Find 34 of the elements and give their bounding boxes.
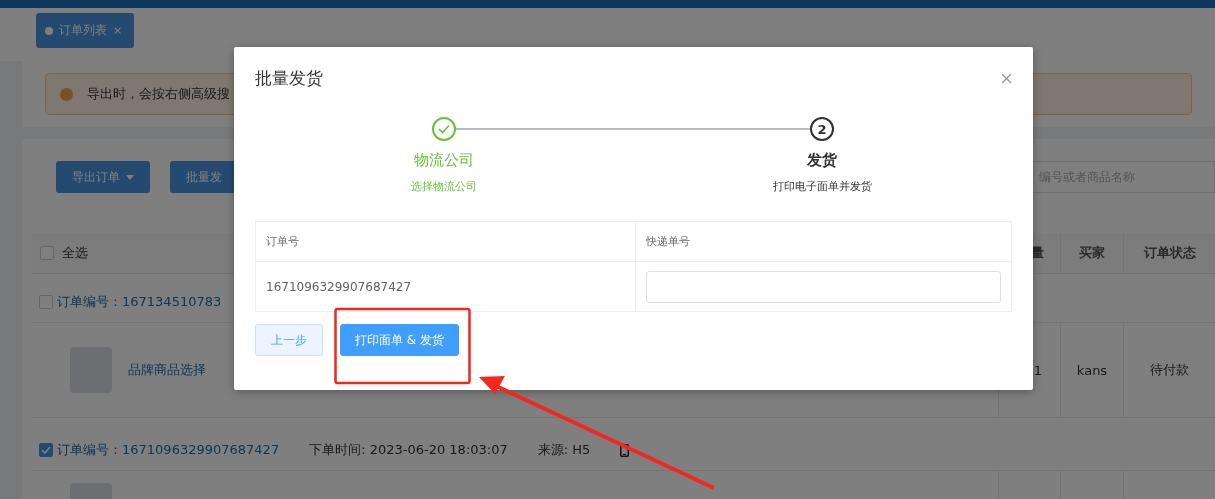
checkbox[interactable] <box>39 443 53 457</box>
step-description: 打印电子面单并发货 <box>772 179 872 194</box>
print-ship-button[interactable]: 打印面单 & 发货 <box>340 324 459 356</box>
status-cell: 待付款 <box>1123 323 1215 417</box>
order-number-cell-text: 1671096329907687427 <box>265 278 413 296</box>
select-all-label: 全选 <box>62 244 88 262</box>
column-header: 订单号 <box>265 234 300 250</box>
step-description: 选择物流公司 <box>411 179 477 194</box>
tab[interactable]: 订单列表 × <box>36 13 135 48</box>
phone-icon <box>620 443 630 457</box>
checkbox[interactable] <box>40 246 54 260</box>
order-source: 来源: H5 <box>537 441 591 459</box>
step-title: 发货 <box>807 151 837 170</box>
order-number: 订单编号：1671096329907687427 <box>57 441 280 459</box>
column-header: 快递单号 <box>635 222 1011 261</box>
order-number: 订单编号：167134510783 <box>57 293 222 311</box>
order-time: 下单时间: 2023-06-20 18:03:07 <box>309 441 508 459</box>
tracking-number-input[interactable] <box>646 270 1001 303</box>
step-number: 2 <box>810 117 834 141</box>
column-header: 买家 <box>1060 233 1123 273</box>
buyer-cell: kans <box>1060 323 1123 417</box>
step-title: 物流公司 <box>414 151 474 170</box>
dot-icon <box>45 26 53 35</box>
back-button[interactable]: 上一步 <box>255 324 323 356</box>
column-header: 订单状态 <box>1123 233 1215 273</box>
alert-text: 导出时，会按右侧高级搜 <box>87 85 230 103</box>
close-icon[interactable] <box>1001 72 1012 84</box>
checkbox[interactable] <box>39 295 53 309</box>
caret-icon <box>126 174 134 180</box>
dialog-title: 批量发货 <box>255 66 323 90</box>
close-icon[interactable]: × <box>113 24 123 37</box>
info-icon <box>60 87 73 101</box>
product-link[interactable]: 品牌商品选择 <box>128 361 206 379</box>
dropdown-button[interactable]: 导出订单 <box>56 161 150 193</box>
